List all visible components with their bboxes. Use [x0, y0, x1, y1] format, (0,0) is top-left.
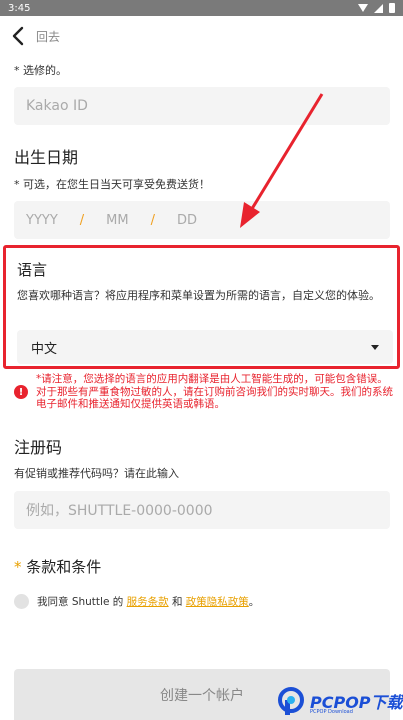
language-title: 语言: [17, 261, 48, 279]
date-separator: /: [150, 212, 155, 228]
wifi-icon: [358, 4, 368, 12]
alert-icon: !: [14, 385, 28, 399]
language-section: 语言 您喜欢哪种语言？将应用程序和菜单设置为所需的语言，自定义您的体验。 中文: [3, 245, 400, 369]
pcpop-watermark: PCPOP下载 PCPOP Download: [276, 682, 403, 720]
agree-suffix: 。: [248, 596, 260, 608]
pcpop-logo-icon: [278, 687, 304, 715]
agree-prefix: 我同意 Shuttle 的: [37, 596, 124, 608]
terms-agree-radio[interactable]: [14, 594, 29, 609]
warning-text: *请注意，您选择的语言的应用内翻译是由人工智能生成的，可能包含错误。对于那些有严…: [36, 373, 393, 410]
birthday-day[interactable]: DD: [177, 213, 197, 228]
optional-note: * 选修的。: [14, 64, 67, 77]
language-selected-value: 中文: [31, 341, 58, 357]
terms-of-service-link[interactable]: 服务条款: [127, 596, 169, 608]
birthday-note: * 可选，在您生日当天可享受免费送货！: [14, 178, 210, 191]
birthday-input[interactable]: YYYY / MM / DD: [14, 201, 390, 239]
terms-title: 条款和条件: [26, 558, 102, 576]
status-bar: 3:45: [0, 0, 403, 16]
terms-heading: * 条款和条件: [14, 556, 101, 577]
terms-agree-row: 我同意 Shuttle 的 服务条款 和 政策隐私政策。: [14, 594, 259, 609]
birthday-year[interactable]: YYYY: [26, 213, 58, 228]
signal-icon: [374, 3, 383, 13]
agree-and: 和: [171, 596, 183, 608]
referral-title: 注册码: [14, 438, 63, 457]
translation-warning: ! *请注意，您选择的语言的应用内翻译是由人工智能生成的，可能包含错误。对于那些…: [14, 373, 394, 411]
create-account-label: 创建一个帐户: [160, 687, 244, 704]
date-separator: /: [79, 212, 85, 228]
language-select[interactable]: 中文: [17, 330, 393, 364]
birthday-month[interactable]: MM: [106, 213, 128, 228]
caret-down-icon: [371, 344, 379, 350]
annotation-arrow-icon: [240, 93, 324, 228]
kakao-id-input[interactable]: Kakao ID: [14, 87, 390, 125]
watermark-sub: PCPOP Download: [310, 709, 353, 715]
chevron-left-icon: [12, 26, 24, 46]
privacy-policy-link[interactable]: 政策隐私政策: [186, 596, 249, 608]
referral-code-input[interactable]: 例如，SHUTTLE-0000-0000: [14, 491, 390, 529]
required-star: *: [14, 558, 22, 576]
back-label: 回去: [36, 29, 61, 44]
kakao-id-placeholder: Kakao ID: [26, 98, 88, 114]
battery-icon: [389, 3, 395, 13]
birthday-title: 出生日期: [14, 148, 79, 167]
status-icons: [358, 3, 395, 13]
back-button[interactable]: 回去: [12, 24, 60, 48]
status-time: 3:45: [8, 2, 31, 14]
referral-placeholder: 例如，SHUTTLE-0000-0000: [26, 503, 213, 519]
referral-note: 有促销或推荐代码吗？请在此输入: [14, 467, 179, 480]
language-description: 您喜欢哪种语言？将应用程序和菜单设置为所需的语言，自定义您的体验。: [17, 289, 380, 302]
